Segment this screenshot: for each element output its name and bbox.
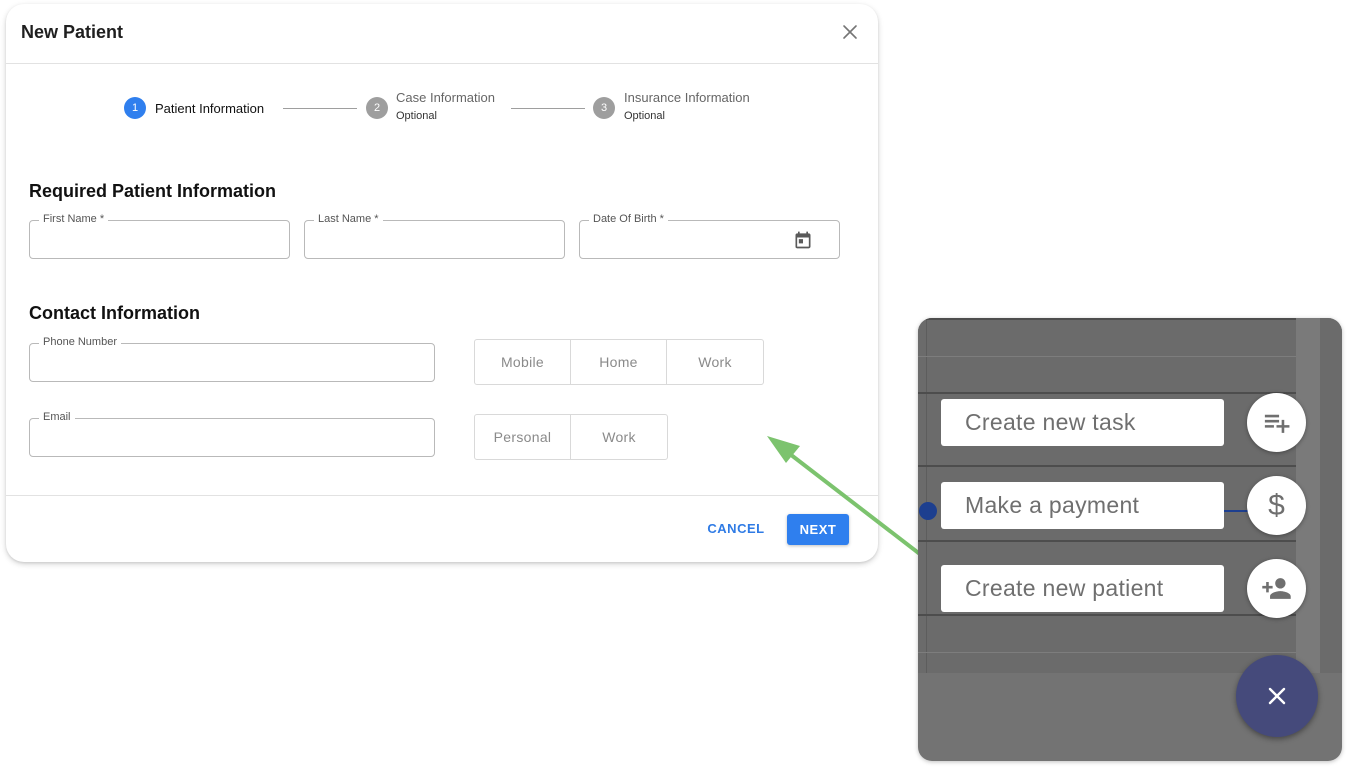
- step-number: 2: [366, 97, 388, 119]
- make-a-payment-label[interactable]: Make a payment: [941, 482, 1224, 529]
- create-new-task-button[interactable]: [1247, 393, 1306, 452]
- person-add-icon: [1262, 578, 1291, 599]
- first-name-input[interactable]: [42, 231, 277, 249]
- email-field[interactable]: Email: [29, 411, 435, 457]
- email-type-toggle: Personal Work: [474, 414, 668, 460]
- phone-type-home-button[interactable]: Home: [571, 340, 667, 384]
- email-type-personal-button[interactable]: Personal: [475, 415, 571, 459]
- phone-number-field[interactable]: Phone Number: [29, 336, 435, 382]
- divider: [918, 652, 1296, 653]
- phone-type-mobile-button[interactable]: Mobile: [475, 340, 571, 384]
- make-a-payment-button[interactable]: $: [1247, 476, 1306, 535]
- last-name-label: Last Name *: [314, 213, 383, 225]
- step-connector: [283, 108, 357, 109]
- dialog-title: New Patient: [21, 22, 124, 42]
- step-label: Case Information: [396, 90, 495, 105]
- step-label: Patient Information: [155, 101, 265, 116]
- date-of-birth-label: Date Of Birth *: [589, 213, 668, 225]
- phone-number-label: Phone Number: [39, 336, 121, 348]
- step-number: 3: [593, 97, 615, 119]
- date-of-birth-input[interactable]: [592, 231, 782, 249]
- next-button[interactable]: NEXT: [787, 514, 849, 545]
- dialog-footer-divider: [6, 495, 878, 496]
- divider: [918, 614, 1296, 616]
- divider: [918, 392, 1296, 394]
- last-name-field[interactable]: Last Name *: [304, 213, 565, 259]
- create-new-patient-button[interactable]: [1247, 559, 1306, 618]
- create-new-patient-label[interactable]: Create new patient: [941, 565, 1224, 612]
- dollar-icon: $: [1268, 489, 1285, 522]
- fab-menu-panel: Create new task Make a payment $ Create …: [918, 318, 1342, 761]
- close-icon[interactable]: [841, 23, 859, 41]
- step-optional-label: Optional: [396, 110, 437, 122]
- divider: [918, 356, 1296, 357]
- phone-type-toggle: Mobile Home Work: [474, 339, 764, 385]
- required-section-title: Required Patient Information: [29, 181, 277, 201]
- divider: [918, 540, 1296, 542]
- playlist-add-icon: [1264, 414, 1290, 433]
- step-number: 1: [124, 97, 146, 119]
- step-connector: [511, 108, 585, 109]
- dialog-header: New Patient: [6, 4, 878, 64]
- divider: [918, 465, 1296, 467]
- phone-type-work-button[interactable]: Work: [667, 340, 763, 384]
- new-patient-dialog: New Patient 1 Patient Information 2 Case…: [6, 4, 878, 562]
- step-label: Insurance Information: [624, 90, 750, 105]
- phone-number-input[interactable]: [42, 354, 422, 372]
- cancel-button[interactable]: CANCEL: [700, 514, 772, 544]
- last-name-input[interactable]: [317, 231, 552, 249]
- calendar-icon[interactable]: [793, 230, 813, 250]
- step-optional-label: Optional: [624, 110, 665, 122]
- close-icon: [1268, 687, 1286, 705]
- contact-section-title: Contact Information: [29, 303, 200, 323]
- divider: [918, 318, 1296, 320]
- email-type-work-button[interactable]: Work: [571, 415, 667, 459]
- first-name-label: First Name *: [39, 213, 109, 225]
- first-name-field[interactable]: First Name *: [29, 213, 290, 259]
- email-input[interactable]: [42, 429, 422, 447]
- date-of-birth-field[interactable]: Date Of Birth *: [579, 213, 840, 259]
- divider: [926, 318, 927, 673]
- timeline-dot: [919, 502, 937, 520]
- create-new-task-label[interactable]: Create new task: [941, 399, 1224, 446]
- fab-close-button[interactable]: [1236, 655, 1318, 737]
- email-label: Email: [39, 411, 75, 423]
